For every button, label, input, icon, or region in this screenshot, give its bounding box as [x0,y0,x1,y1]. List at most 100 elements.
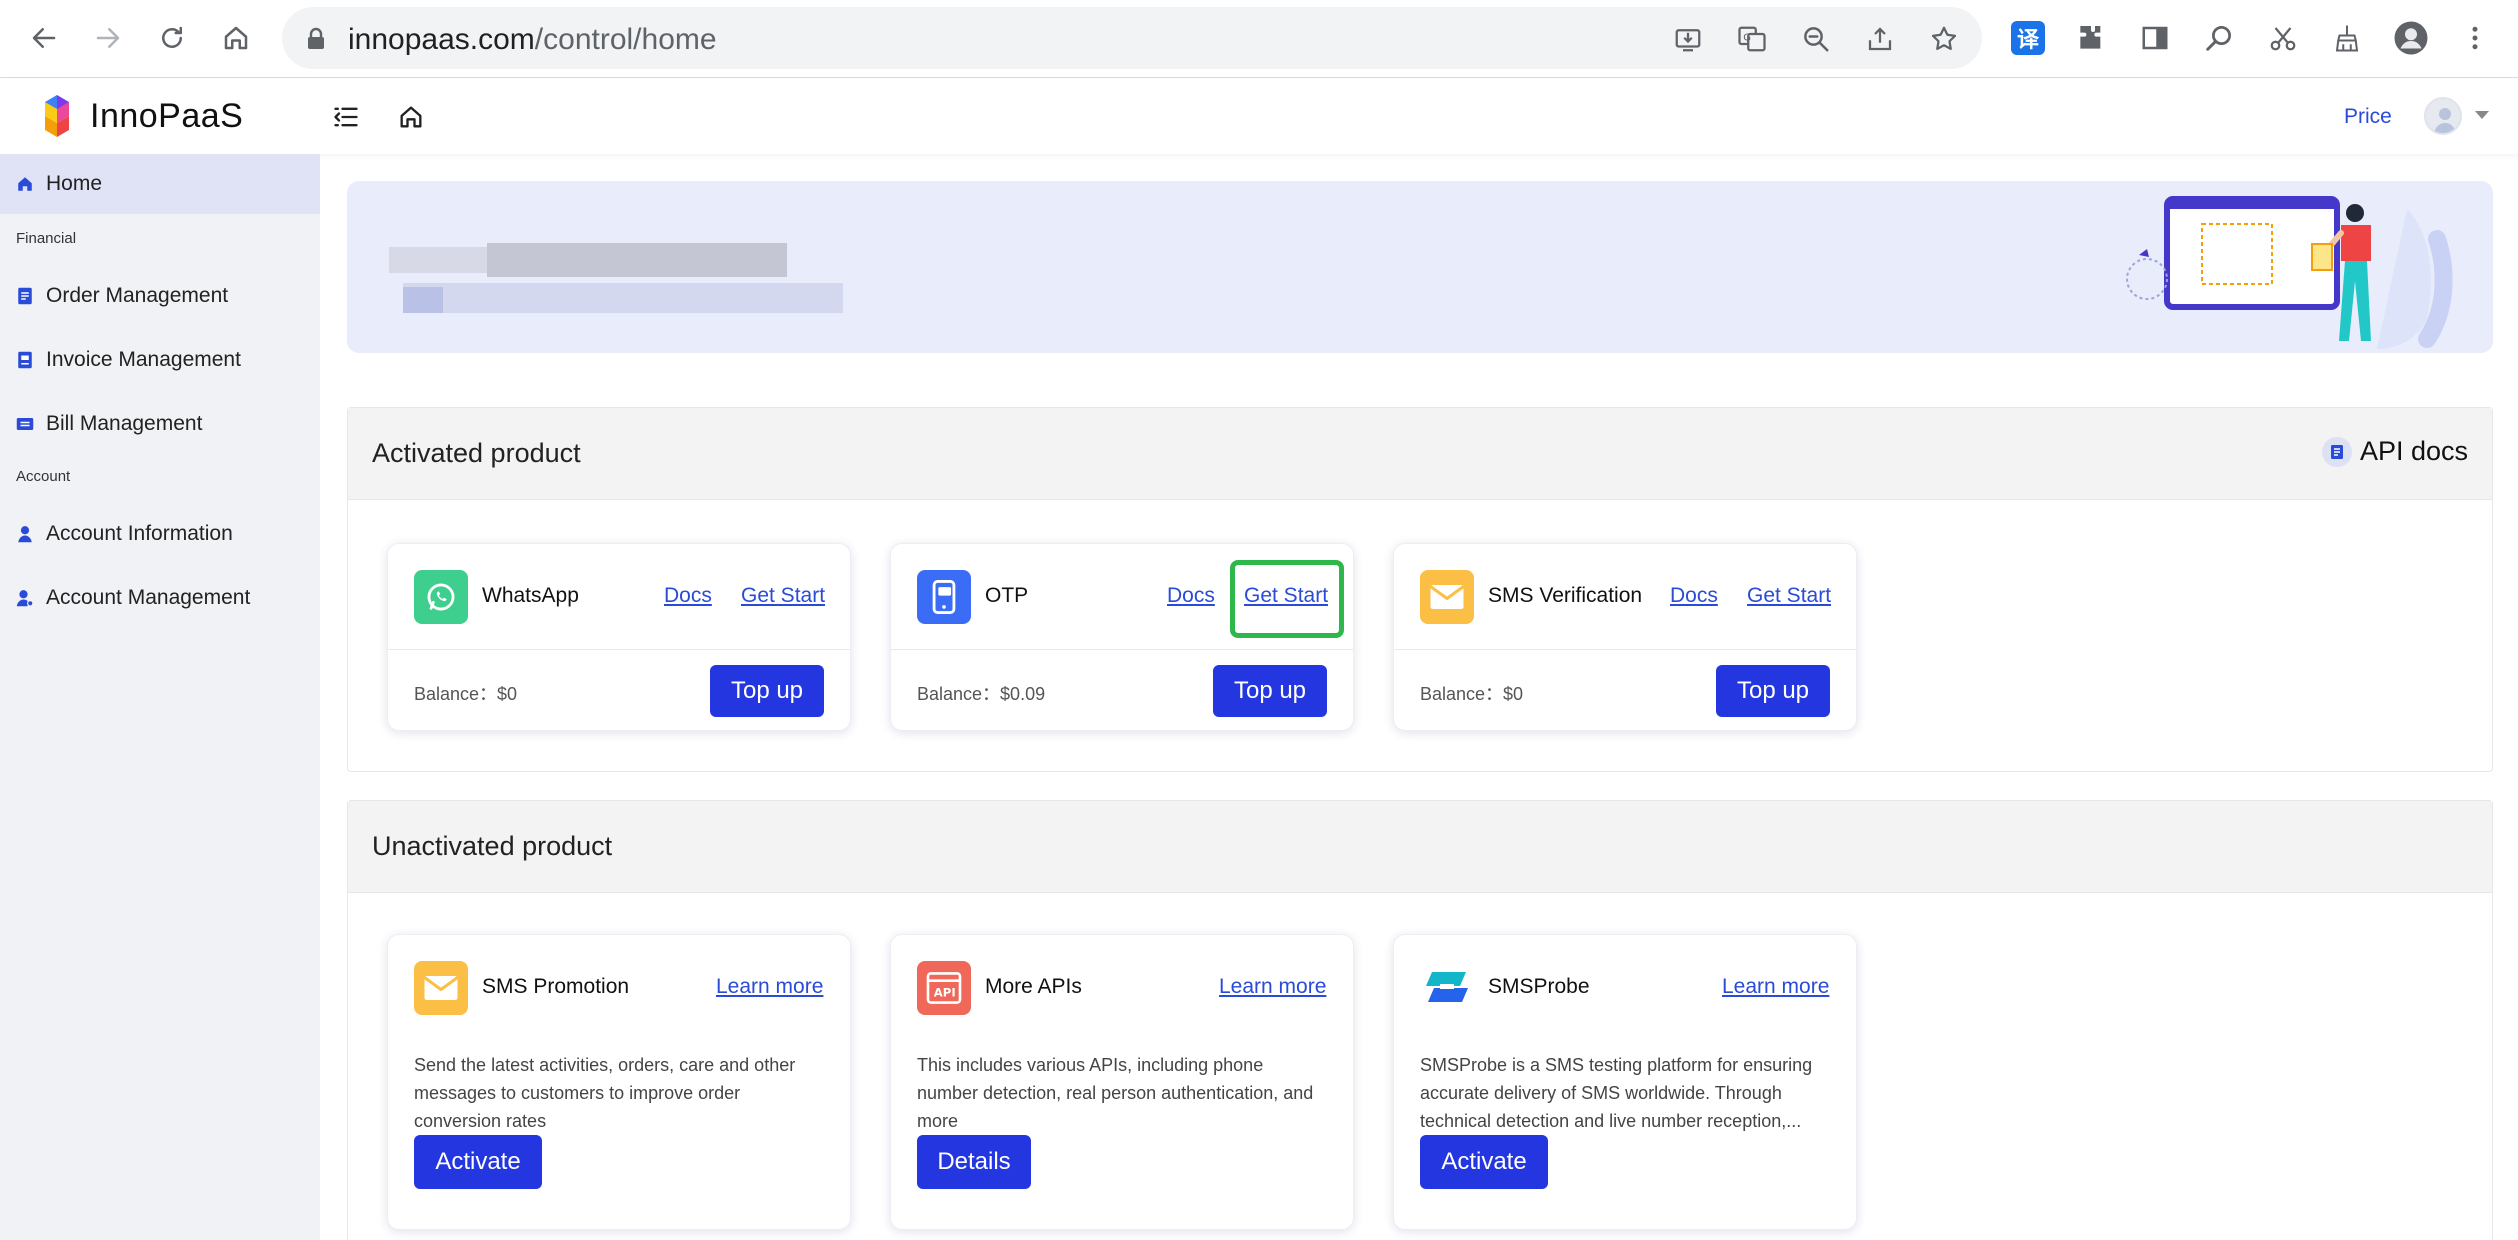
panel-header: Activated product API docs [348,408,2492,500]
phone-otp-icon [917,570,971,624]
user-icon [16,525,34,543]
top-up-button[interactable]: Top up [1213,665,1327,717]
sidebar-item-label: Account Management [46,586,251,609]
product-card-more-apis: API More APIs Learn more This includes v… [890,934,1354,1230]
activated-title: Activated product [372,438,581,468]
translate-extension-icon[interactable]: 译 [2011,21,2045,55]
svg-text:API: API [934,986,956,1000]
invoice-icon [16,351,34,369]
browser-menu-icon[interactable] [2455,18,2495,58]
product-name: WhatsApp [482,584,579,607]
sidebar-item-order-management[interactable]: Order Management [0,266,320,326]
innopaas-logo-icon [45,95,69,137]
balance-text: Balance：$0.09 [917,684,1046,704]
docs-link[interactable]: Docs [1670,584,1718,608]
url-text[interactable]: innopaas.com/control/home [348,23,717,57]
url-domain: innopaas.com [348,23,535,56]
sidebar-item-label: Bill Management [46,412,203,435]
sidebar-item-account-management[interactable]: Account Management [0,568,320,628]
docs-link[interactable]: Docs [664,584,712,608]
envelope-icon [414,961,468,1015]
bill-ticket-icon [16,415,34,433]
bookmark-star-icon[interactable] [1928,23,1960,55]
user-avatar[interactable] [2424,97,2462,135]
get-start-link[interactable]: Get Start [741,584,825,608]
api-docs-icon [2321,436,2352,467]
product-name: SMSProbe [1488,975,1590,998]
user-settings-icon [16,589,34,607]
sidebar-group-account: Account [16,468,71,485]
sidebar-item-account-information[interactable]: Account Information [0,504,320,564]
brand-name: InnoPaaS [90,96,244,135]
whatsapp-icon [414,570,468,624]
sidebar-item-home[interactable]: Home [0,154,320,214]
browser-toolbar: innopaas.com/control/home G 译 [0,0,2518,78]
back-icon[interactable] [24,18,64,58]
product-description: SMSProbe is a SMS testing platform for e… [1420,1055,1813,1131]
home-browser-icon[interactable] [216,18,256,58]
url-path: /control/home [534,23,717,56]
broom-clean-icon[interactable] [2327,18,2367,58]
price-link[interactable]: Price [2344,105,2392,129]
sidebar: Home Financial Order Management Invoice … [0,154,320,1240]
home-icon[interactable] [395,101,427,133]
product-card-sms-promotion: SMS Promotion Learn more Send the latest… [387,934,851,1230]
api-docs-link[interactable]: API docs [2321,436,2468,467]
lock-icon[interactable] [306,27,326,56]
scissors-icon[interactable] [2263,18,2303,58]
top-up-button[interactable]: Top up [710,665,824,717]
product-description: This includes various APIs, including ph… [917,1055,1314,1131]
sidebar-item-label: Account Information [46,522,233,545]
sidebar-group-financial: Financial [16,230,77,247]
product-card-whatsapp: WhatsApp Docs Get Start Balance：$0 Top u… [387,543,851,731]
welcome-banner [347,181,2493,353]
docs-link[interactable]: Docs [1167,584,1215,608]
search-lens-icon[interactable] [2199,18,2239,58]
learn-more-link[interactable]: Learn more [716,975,823,999]
collapse-menu-icon[interactable] [330,101,362,133]
side-panel-icon[interactable] [2135,18,2175,58]
learn-more-link[interactable]: Learn more [1219,975,1326,999]
sidebar-item-bill-management[interactable]: Bill Management [0,394,320,454]
details-button[interactable]: Details [917,1135,1031,1189]
forward-icon[interactable] [88,18,128,58]
sidebar-item-invoice-management[interactable]: Invoice Management [0,330,320,390]
top-up-button[interactable]: Top up [1716,665,1830,717]
product-name: OTP [985,584,1029,607]
smsprobe-logo [1420,961,1474,1015]
product-name: SMS Promotion [482,975,630,998]
banner-illustration [2126,196,2453,349]
envelope-icon [1420,570,1474,624]
svg-text:G: G [1743,32,1751,43]
api-docs-label: API docs [2359,436,2468,466]
document-icon [16,287,34,305]
reload-icon[interactable] [152,18,192,58]
product-name: More APIs [985,975,1082,998]
address-bar[interactable]: innopaas.com/control/home G [282,7,1982,69]
extensions-puzzle-icon[interactable] [2071,18,2111,58]
install-app-icon[interactable] [1672,23,1704,55]
get-start-link[interactable]: Get Start [1747,584,1831,608]
share-icon[interactable] [1864,23,1896,55]
balance-text: Balance：$0 [1420,684,1524,704]
app-header: InnoPaaS Price [0,79,2518,154]
sidebar-item-label: Invoice Management [46,348,241,371]
product-card-smsprobe: SMSProbe Learn more SMSProbe is a SMS te… [1393,934,1857,1230]
activate-button[interactable]: Activate [414,1135,542,1189]
product-name: SMS Verification [1488,584,1643,607]
sidebar-item-label: Home [46,172,103,195]
product-description: Send the latest activities, orders, care… [414,1055,796,1131]
sidebar-item-label: Order Management [46,284,229,307]
activate-button[interactable]: Activate [1420,1135,1548,1189]
learn-more-link[interactable]: Learn more [1722,975,1829,999]
profile-icon[interactable] [2391,18,2431,58]
balance-text: Balance：$0 [414,684,518,704]
innopaas-logo[interactable]: InnoPaaS [34,93,243,139]
chevron-down-icon[interactable] [2475,111,2489,119]
google-translate-icon[interactable]: G [1736,23,1768,55]
home-nav-icon [16,175,34,193]
product-card-sms-verification: SMS Verification Docs Get Start Balance：… [1393,543,1857,731]
api-window-icon: API [917,961,971,1015]
zoom-out-icon[interactable] [1800,23,1832,55]
get-start-highlight [1230,560,1344,638]
